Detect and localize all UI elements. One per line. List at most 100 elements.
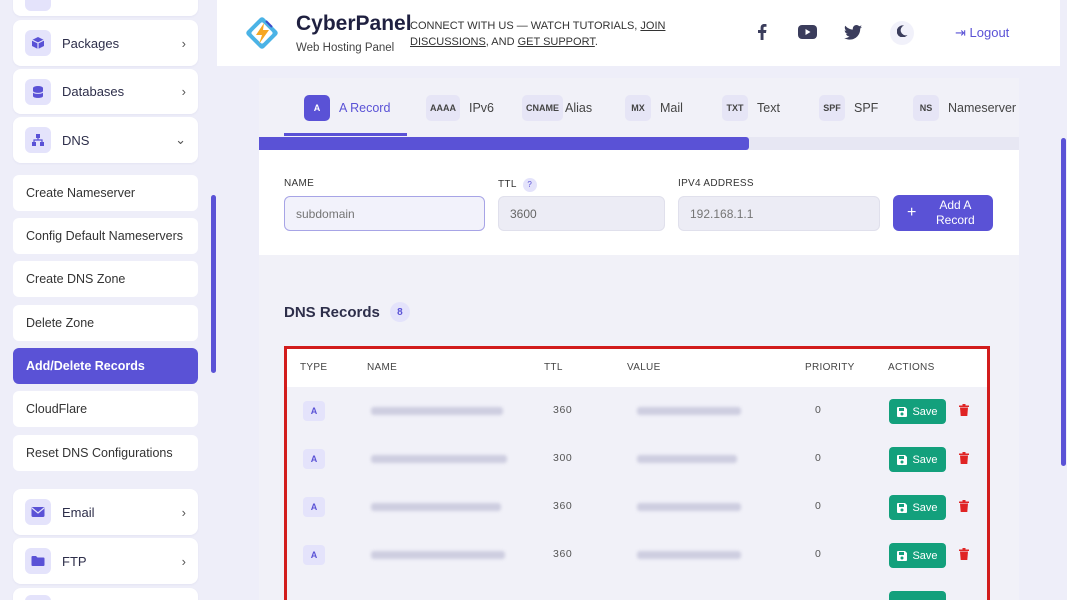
record-type-badge: A: [303, 545, 325, 565]
record-name-redacted: [371, 551, 505, 559]
sidebar-scrollbar[interactable]: [211, 195, 216, 373]
sidebar-sub-create-dns-zone[interactable]: Create DNS Zone: [13, 261, 198, 297]
record-priority: 0: [815, 548, 822, 560]
tab-badge: AAAA: [426, 95, 460, 121]
record-value-redacted: [637, 407, 741, 415]
column-header-value: VALUE: [627, 362, 661, 373]
get-support-link[interactable]: GET SUPPORT: [518, 36, 595, 48]
records-title: DNS Records: [284, 303, 380, 321]
sidebar-item-top[interactable]: [13, 0, 198, 16]
save-label: Save: [912, 501, 938, 514]
top-header: CyberPanel Web Hosting Panel CONNECT WIT…: [217, 0, 1060, 66]
trash-icon[interactable]: [959, 403, 969, 421]
sidebar-item-next[interactable]: [13, 588, 198, 600]
logout-button[interactable]: ⇥ Logout: [955, 25, 1009, 41]
sidebar-sub-create-nameserver[interactable]: Create Nameserver: [13, 175, 198, 211]
record-priority: 0: [815, 452, 822, 464]
column-header-name: NAME: [367, 362, 398, 373]
save-label: Save: [912, 453, 938, 466]
sidebar-item-label: Databases: [62, 84, 125, 99]
tab-a-record[interactable]: A A Record: [304, 94, 390, 122]
sidebar: Packages › Databases › DNS ⌄ Create Name…: [0, 0, 216, 600]
record-type-badge: A: [303, 497, 325, 517]
ipv4-label: IPV4 ADDRESS: [678, 178, 754, 189]
dns-records-card: A A Record AAAA IPv6 CNAME Alias MX Mail…: [259, 78, 1019, 600]
sidebar-item-label: FTP: [62, 553, 87, 569]
save-label: Save: [912, 405, 938, 418]
twitter-icon[interactable]: [843, 22, 863, 42]
record-priority: 0: [815, 404, 822, 416]
chevron-right-icon: ›: [181, 84, 186, 99]
menu-icon: [25, 595, 51, 600]
save-label: Save: [912, 549, 938, 562]
dark-mode-toggle[interactable]: [890, 21, 914, 45]
tab-ipv6[interactable]: AAAA IPv6: [426, 94, 494, 122]
ipv4-address-input[interactable]: [678, 196, 880, 231]
chevron-down-icon: ⌄: [175, 132, 186, 147]
sidebar-sub-delete-zone[interactable]: Delete Zone: [13, 305, 198, 341]
tab-badge: NS: [913, 95, 939, 121]
record-name-redacted: [371, 503, 501, 511]
tab-spf[interactable]: SPF SPF: [819, 94, 878, 122]
ttl-label-group: TTL?: [498, 178, 537, 192]
sidebar-item-ftp[interactable]: FTP ›: [13, 538, 198, 584]
save-button[interactable]: Save: [889, 399, 946, 424]
tab-text[interactable]: TXT Text: [722, 94, 780, 122]
tagline-text: .: [594, 36, 598, 48]
chevron-right-icon: ›: [181, 553, 186, 569]
sidebar-item-label: Email: [62, 504, 95, 520]
ttl-label: TTL: [498, 179, 517, 190]
record-ttl: 360: [553, 500, 573, 512]
ttl-input[interactable]: [498, 196, 665, 231]
floppy-icon: [897, 454, 908, 465]
record-name-redacted: [371, 455, 507, 463]
sidebar-sub-config-default-nameservers[interactable]: Config Default Nameservers: [13, 218, 198, 254]
sidebar-item-packages[interactable]: Packages ›: [13, 20, 198, 66]
add-record-form: NAME TTL? IPV4 ADDRESS + Add A Record: [259, 150, 1019, 255]
column-header-priority: PRIORITY: [805, 362, 855, 373]
table-row: [287, 579, 987, 600]
chevron-right-icon: ›: [181, 35, 186, 51]
box-icon: [25, 30, 51, 56]
save-button[interactable]: Save: [889, 543, 946, 568]
help-icon[interactable]: ?: [522, 178, 537, 192]
save-button[interactable]: Save: [889, 495, 946, 520]
sidebar-sub-reset-dns[interactable]: Reset DNS Configurations: [13, 435, 198, 471]
record-name-input[interactable]: [284, 196, 485, 231]
name-label: NAME: [284, 178, 315, 189]
chevron-right-icon: ›: [181, 504, 186, 520]
sitemap-icon: [25, 127, 51, 153]
logout-label: Logout: [969, 25, 1010, 40]
brand-name: CyberPanel: [296, 12, 412, 35]
save-button[interactable]: [889, 591, 946, 600]
sidebar-item-databases[interactable]: Databases ›: [13, 69, 198, 114]
page-scrollbar[interactable]: [1061, 138, 1066, 466]
add-a-record-button[interactable]: + Add A Record: [893, 195, 993, 231]
facebook-icon[interactable]: [752, 22, 772, 42]
tab-label: Text: [757, 101, 780, 115]
sidebar-sub-add-delete-records[interactable]: Add/Delete Records: [13, 348, 198, 384]
tab-badge: SPF: [819, 95, 845, 121]
sidebar-item-email[interactable]: Email ›: [13, 489, 198, 535]
trash-icon[interactable]: [959, 547, 969, 565]
trash-icon[interactable]: [959, 451, 969, 469]
floppy-icon: [897, 550, 908, 561]
youtube-icon[interactable]: [797, 22, 817, 42]
trash-icon[interactable]: [959, 499, 969, 517]
save-button[interactable]: Save: [889, 447, 946, 472]
tab-label: Mail: [660, 101, 683, 115]
tab-label: SPF: [854, 101, 879, 115]
tab-label: A Record: [339, 101, 391, 115]
sidebar-item-dns[interactable]: DNS ⌄: [13, 117, 198, 163]
column-header-ttl: TTL: [544, 362, 563, 373]
moon-icon: [896, 24, 908, 42]
record-priority: 0: [815, 500, 822, 512]
tab-mail[interactable]: MX Mail: [625, 94, 683, 122]
sidebar-item-label: DNS: [62, 132, 90, 148]
tab-nameserver[interactable]: NS Nameserver: [913, 94, 1016, 122]
logout-icon: ⇥: [955, 25, 966, 40]
sidebar-sub-cloudflare[interactable]: CloudFlare: [13, 391, 198, 427]
tab-alias[interactable]: CNAME Alias: [522, 94, 592, 122]
column-header-actions: ACTIONS: [888, 362, 935, 373]
records-count-badge: 8: [389, 302, 410, 322]
